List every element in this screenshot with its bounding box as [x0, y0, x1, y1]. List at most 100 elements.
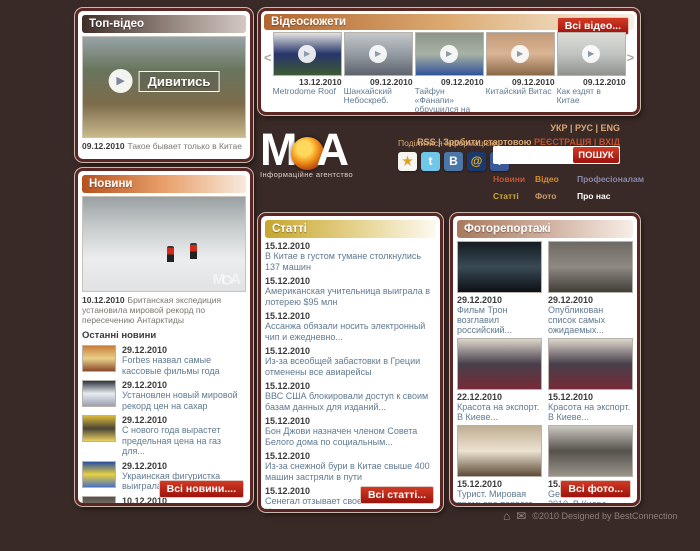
video-thumbnail[interactable]: ▶	[415, 32, 484, 76]
article-item[interactable]: 15.12.2010Из-за снежной бури в Китае свы…	[265, 451, 436, 482]
photo-item[interactable]: 22.12.2010 Красота на экспорт. В Киеве..…	[457, 338, 542, 422]
photo-person-figure	[190, 243, 197, 259]
photo-reports-title: Фоторепортажі	[464, 223, 551, 235]
news-list-item[interactable]: 29.12.2010 С нового года вырастет предел…	[82, 415, 246, 457]
news-item-thumbnail[interactable]	[82, 461, 116, 488]
photo-thumbnail[interactable]	[548, 241, 633, 293]
carousel-next-arrow[interactable]: >	[627, 50, 635, 65]
article-item[interactable]: 15.12.2010Американская учительница выигр…	[265, 276, 436, 307]
photo-thumbnail[interactable]	[457, 425, 542, 477]
language-switcher[interactable]: УКР | РУС | ENG	[417, 123, 620, 133]
news-item-thumbnail[interactable]	[82, 380, 116, 407]
vkontakte-icon[interactable]: В	[444, 152, 463, 171]
video-thumbnail[interactable]: ▶	[273, 32, 342, 76]
news-item-title[interactable]: Установлен новый мировой рекорд цен на с…	[122, 390, 246, 411]
video-item[interactable]: ▶ 09.12.2010 Как ездят в Китае	[557, 32, 626, 105]
article-item[interactable]: 15.12.2010Ассанжа обязали носить электро…	[265, 311, 436, 342]
photo-item[interactable]: 29.12.2010 Опубликован список самых ожид…	[548, 241, 633, 335]
mailru-icon[interactable]: @	[467, 152, 486, 171]
news-item-date: 29.12.2010	[122, 415, 246, 425]
all-articles-button[interactable]: Всі статті...	[360, 486, 434, 504]
article-date: 15.12.2010	[265, 276, 436, 286]
video-thumbnail[interactable]: ▶	[344, 32, 413, 76]
top-video-panel: Топ-відео ▶ Дивитись 09.12.2010Такое быв…	[75, 8, 253, 162]
article-item[interactable]: 15.12.2010ВВС США блокировали доступ к с…	[265, 381, 436, 412]
video-stories-panel: Відеосюжети Всі відео... < ▶ 13.12.2010 …	[258, 8, 640, 115]
menu-item-news[interactable]: Новини	[493, 174, 535, 184]
news-item-title[interactable]: Forbes назвал самые кассовые фильмы года	[122, 355, 246, 376]
photo-thumbnail[interactable]	[548, 338, 633, 390]
top-video-title: Топ-відео	[89, 18, 144, 30]
article-title[interactable]: Из-за всеобщей забастовки в Греции отмен…	[265, 356, 436, 377]
article-title[interactable]: Из-за снежной бури в Китае свыше 400 маш…	[265, 461, 436, 482]
photo-thumbnail[interactable]	[457, 241, 542, 293]
photo-grid: 29.12.2010 Фильм Трон возглавил российск…	[457, 241, 633, 506]
search-button[interactable]: ПОШУК	[573, 147, 619, 163]
play-icon: ▶	[440, 45, 458, 63]
video-thumbnail[interactable]: ▶	[486, 32, 555, 76]
news-item-title[interactable]: Google перепутал погибшего президента По…	[122, 506, 246, 507]
article-title[interactable]: Бон Джови назначен членом Совета Белого …	[265, 426, 436, 447]
menu-item-video[interactable]: Відео	[535, 174, 577, 184]
all-news-button[interactable]: Всі новини....	[159, 480, 244, 498]
articles-panel: Статті 15.12.2010В Китае в густом тумане…	[258, 213, 443, 512]
home-icon[interactable]: ⌂	[503, 509, 510, 523]
bookmark-icon[interactable]: ★	[398, 152, 417, 171]
menu-item-photo[interactable]: Фото	[535, 191, 577, 201]
video-title[interactable]: Шанхайский Небоскреб.	[344, 87, 413, 105]
video-title[interactable]: Как ездят в Китае	[557, 87, 626, 105]
site-logo[interactable]: M A Інформаційне агентство	[260, 128, 353, 179]
video-title[interactable]: Metrodome Roof	[273, 87, 342, 96]
menu-item-professionals[interactable]: Професіоналам	[577, 174, 640, 184]
video-item[interactable]: ▶ 09.12.2010 Тайфун «Фанапи» обрушился н…	[415, 32, 484, 115]
photo-title[interactable]: Опубликован список самых ожидаемых...	[548, 305, 633, 335]
photo-thumbnail[interactable]	[457, 338, 542, 390]
news-featured-image[interactable]: MA	[82, 196, 246, 292]
menu-item-articles[interactable]: Статті	[493, 191, 535, 201]
top-video-thumbnail[interactable]: ▶ Дивитись	[82, 36, 246, 138]
menu-item-about[interactable]: Про нас	[577, 191, 640, 201]
all-photos-button[interactable]: Всі фото...	[560, 480, 631, 498]
article-item[interactable]: 15.12.2010В Китае в густом тумане столкн…	[265, 241, 436, 272]
article-title[interactable]: В Китае в густом тумане столкнулись 137 …	[265, 251, 436, 272]
video-thumbnail[interactable]: ▶	[557, 32, 626, 76]
video-title[interactable]: Китайский Витас	[486, 87, 555, 96]
news-item-thumbnail[interactable]	[82, 345, 116, 372]
article-title[interactable]: Ассанжа обязали носить электронный чип и…	[265, 321, 436, 342]
photo-item[interactable]: 29.12.2010 Фильм Трон возглавил российск…	[457, 241, 542, 335]
mail-icon[interactable]: ✉	[516, 509, 526, 523]
article-item[interactable]: 15.12.2010Бон Джови назначен членом Сове…	[265, 416, 436, 447]
photo-title[interactable]: Красота на экспорт. В Киеве...	[457, 402, 542, 422]
photo-title[interactable]: Красота на экспорт. В Киеве...	[548, 402, 633, 422]
video-carousel: < ▶ 13.12.2010 Metrodome Roof ▶ 09.12.20…	[264, 32, 634, 115]
article-title[interactable]: ВВС США блокировали доступ к своим базам…	[265, 391, 436, 412]
news-header: Новини	[82, 175, 246, 193]
news-list-item[interactable]: 29.12.2010 Установлен новый мировой реко…	[82, 380, 246, 411]
photo-reports-panel: Фоторепортажі 29.12.2010 Фильм Трон возг…	[450, 213, 640, 506]
photo-title[interactable]: Турист. Мировая премьера первого...	[457, 489, 542, 506]
search-input[interactable]	[495, 147, 573, 163]
play-icon: ▶	[582, 45, 600, 63]
site-header-band: M A Інформаційне агентство Поділитися ін…	[258, 118, 640, 212]
news-list-item[interactable]: 29.12.2010 Forbes назвал самые кассовые …	[82, 345, 246, 376]
photo-title[interactable]: Фильм Трон возглавил российский...	[457, 305, 542, 335]
article-title[interactable]: Американская учительница выиграла в лоте…	[265, 286, 436, 307]
watch-button[interactable]: ▶ Дивитись	[109, 69, 220, 93]
top-video-caption-text[interactable]: Такое бывает только в Китае	[128, 141, 242, 151]
photo-item[interactable]: 15.12.2010 Турист. Мировая премьера перв…	[457, 425, 542, 506]
video-item[interactable]: ▶ 09.12.2010 Китайский Витас	[486, 32, 555, 96]
photo-thumbnail[interactable]	[548, 425, 633, 477]
article-item[interactable]: 15.12.2010Из-за всеобщей забастовки в Гр…	[265, 346, 436, 377]
photo-item[interactable]: 15.12.2010 Красота на экспорт. В Киеве..…	[548, 338, 633, 422]
twitter-icon[interactable]: t	[421, 152, 440, 171]
video-title[interactable]: Тайфун «Фанапи» обрушился на Китай и Тай…	[415, 87, 484, 115]
news-item-thumbnail[interactable]	[82, 415, 116, 442]
news-item-title[interactable]: С нового года вырастет предельная цена н…	[122, 425, 246, 457]
news-item-thumbnail[interactable]	[82, 496, 116, 507]
copyright-text: ©2010 Designed by BestConnection	[532, 511, 677, 521]
carousel-prev-arrow[interactable]: <	[264, 50, 272, 65]
photo-date: 29.12.2010	[548, 295, 633, 305]
video-item[interactable]: ▶ 13.12.2010 Metrodome Roof	[273, 32, 342, 96]
photo-person-figure	[167, 246, 174, 262]
video-item[interactable]: ▶ 09.12.2010 Шанхайский Небоскреб.	[344, 32, 413, 105]
